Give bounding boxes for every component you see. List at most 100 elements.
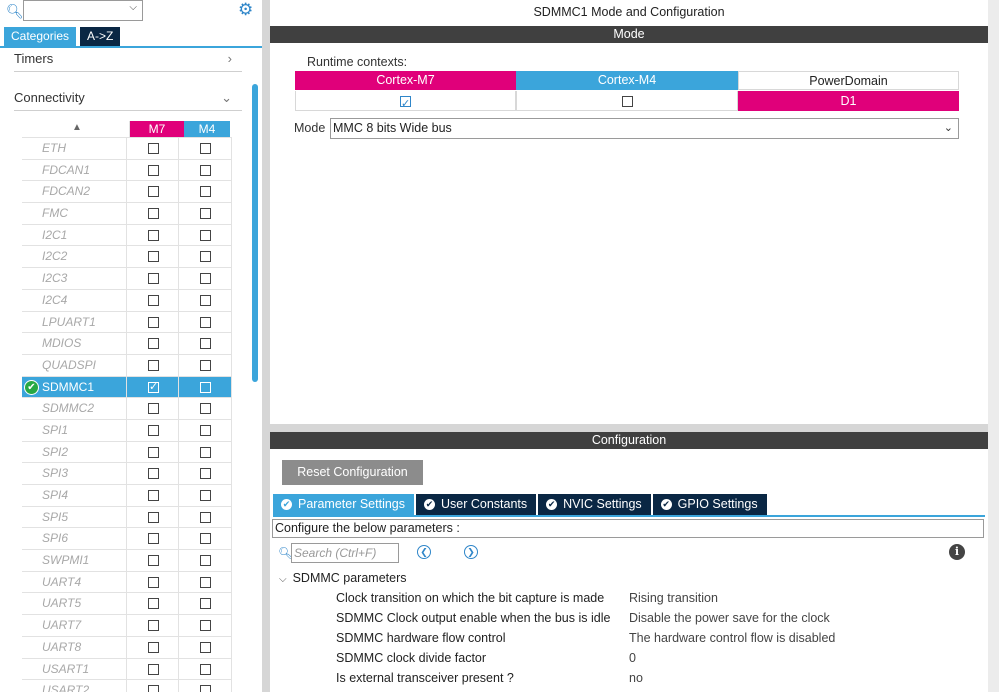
- peripheral-row[interactable]: MDIOS: [22, 333, 232, 355]
- parameter-row[interactable]: SDMMC Clock output enable when the bus i…: [336, 608, 986, 628]
- m4-checkbox[interactable]: [200, 251, 212, 263]
- peripheral-name-cell[interactable]: SPI2: [22, 441, 127, 463]
- m7-checkbox[interactable]: [147, 143, 159, 154]
- m7-checkbox[interactable]: [147, 490, 159, 501]
- peripheral-row[interactable]: SPI1: [22, 419, 232, 442]
- m7-checkbox[interactable]: [147, 511, 159, 523]
- peripheral-row[interactable]: SPI6: [22, 528, 232, 551]
- peripheral-name-cell[interactable]: I2C1: [22, 224, 127, 246]
- name-column-header[interactable]: ▲: [22, 121, 130, 137]
- m7-checkbox[interactable]: [147, 576, 159, 588]
- peripheral-name-cell[interactable]: USART1: [22, 658, 127, 680]
- left-scrollbar[interactable]: [252, 84, 258, 382]
- m4-checkbox[interactable]: [200, 620, 212, 632]
- m4-checkbox[interactable]: [200, 273, 212, 285]
- tab-parameter-settings[interactable]: ✔ Parameter Settings: [273, 494, 414, 515]
- m4-checkbox[interactable]: [200, 294, 212, 306]
- tab-categories[interactable]: Categories: [4, 27, 77, 46]
- power-domain-value[interactable]: D1: [738, 91, 959, 111]
- parameter-row[interactable]: SDMMC hardware flow control The hardware …: [336, 628, 986, 648]
- previous-match-icon[interactable]: ❮: [417, 545, 431, 559]
- m7-checkbox[interactable]: [147, 685, 159, 692]
- peripheral-name-cell[interactable]: I2C3: [22, 268, 127, 289]
- m7-checkbox[interactable]: [147, 620, 159, 632]
- peripheral-row[interactable]: QUADSPI: [22, 354, 232, 377]
- peripheral-row[interactable]: ✔ SDMMC1 ✓: [22, 376, 232, 399]
- peripheral-name-cell[interactable]: FMC: [22, 203, 127, 224]
- parameter-search-input[interactable]: Search (Ctrl+F): [291, 543, 399, 563]
- peripheral-row[interactable]: I2C4: [22, 289, 232, 312]
- mode-select[interactable]: MMC 8 bits Wide bus ⌄: [330, 118, 959, 139]
- peripheral-row[interactable]: USART2: [22, 680, 232, 692]
- m7-checkbox[interactable]: [147, 208, 159, 220]
- peripheral-row[interactable]: LPUART1: [22, 311, 232, 334]
- m4-checkbox[interactable]: [200, 641, 212, 653]
- m7-checkbox[interactable]: [147, 641, 159, 653]
- m7-checkbox[interactable]: [147, 359, 159, 371]
- peripheral-row[interactable]: ETH: [22, 138, 232, 160]
- parameter-value[interactable]: no: [629, 668, 643, 688]
- peripheral-name-cell[interactable]: SPI6: [22, 528, 127, 550]
- tab-nvic-settings[interactable]: ✔ NVIC Settings: [538, 494, 651, 515]
- m7-checkbox[interactable]: [147, 186, 159, 198]
- peripheral-name-cell[interactable]: LPUART1: [22, 311, 127, 333]
- tab-user-constants[interactable]: ✔ User Constants: [416, 494, 537, 515]
- peripheral-name-cell[interactable]: UART4: [22, 571, 127, 593]
- peripheral-name-cell[interactable]: I2C4: [22, 289, 127, 311]
- m4-checkbox[interactable]: [200, 403, 212, 415]
- peripheral-row[interactable]: UART7: [22, 615, 232, 637]
- peripheral-row[interactable]: I2C1: [22, 224, 232, 247]
- chevron-down-icon[interactable]: ⌵: [279, 574, 287, 585]
- m7-checkbox[interactable]: [147, 663, 159, 675]
- next-match-icon[interactable]: ❯: [464, 545, 478, 559]
- m4-checkbox[interactable]: [200, 533, 212, 545]
- m4-checkbox[interactable]: [200, 468, 212, 480]
- peripheral-name-cell[interactable]: I2C2: [22, 246, 127, 268]
- parameter-row[interactable]: SDMMC clock divide factor 0: [336, 648, 986, 668]
- peripheral-row[interactable]: UART5: [22, 593, 232, 616]
- parameter-value[interactable]: 0: [629, 648, 636, 668]
- m4-checkbox[interactable]: [200, 446, 212, 458]
- chevron-down-icon[interactable]: ⌵: [129, 2, 137, 13]
- section-connectivity[interactable]: Connectivity ⌄: [14, 87, 242, 109]
- sort-icon[interactable]: ▲: [72, 122, 82, 133]
- parameter-value[interactable]: Disable the power save for the clock: [629, 608, 830, 628]
- m4-checkbox[interactable]: [200, 511, 212, 523]
- peripheral-name-cell[interactable]: SPI1: [22, 419, 127, 441]
- peripheral-name-cell[interactable]: UART7: [22, 615, 127, 636]
- m7-checkbox[interactable]: [147, 294, 159, 306]
- m7-checkbox[interactable]: [147, 273, 159, 285]
- m4-checkbox[interactable]: [200, 555, 212, 567]
- m7-checkbox[interactable]: [147, 598, 159, 610]
- parameter-group[interactable]: ⌵ SDMMC parameters: [279, 569, 407, 587]
- peripheral-row[interactable]: FDCAN1: [22, 159, 232, 182]
- reset-configuration-button[interactable]: Reset Configuration: [282, 460, 423, 485]
- right-scrollbar-track[interactable]: [988, 0, 999, 692]
- m4-checkbox[interactable]: [200, 338, 212, 350]
- peripheral-name-cell[interactable]: USART2: [22, 680, 127, 692]
- m7-checkbox[interactable]: [147, 338, 159, 350]
- peripheral-row[interactable]: SPI2: [22, 441, 232, 464]
- m4-checkbox[interactable]: [200, 229, 212, 241]
- gear-icon[interactable]: ⚙: [238, 1, 253, 19]
- m4-checkbox[interactable]: [200, 381, 212, 393]
- peripheral-name-cell[interactable]: FDCAN2: [22, 181, 127, 203]
- peripheral-name-cell[interactable]: QUADSPI: [22, 354, 127, 376]
- peripheral-search-combo[interactable]: ⌵: [23, 0, 143, 21]
- m7-checkbox[interactable]: [147, 403, 159, 415]
- peripheral-row[interactable]: I2C3: [22, 268, 232, 290]
- m7-checkbox[interactable]: [147, 424, 159, 436]
- peripheral-name-cell[interactable]: ✔ SDMMC1: [22, 376, 127, 398]
- cortex-m4-checkbox[interactable]: [621, 96, 633, 107]
- m4-checkbox[interactable]: [200, 316, 212, 328]
- m4-checkbox[interactable]: [200, 164, 212, 176]
- m7-checkbox[interactable]: [147, 251, 159, 263]
- m7-checkbox[interactable]: [147, 533, 159, 545]
- m4-checkbox[interactable]: [200, 663, 212, 675]
- m7-checkbox[interactable]: [147, 555, 159, 567]
- section-timers[interactable]: Timers ›: [14, 48, 242, 70]
- m4-checkbox[interactable]: [200, 685, 212, 692]
- m7-checkbox[interactable]: ✓: [147, 381, 159, 393]
- m7-checkbox[interactable]: [147, 229, 159, 241]
- peripheral-row[interactable]: I2C2: [22, 246, 232, 269]
